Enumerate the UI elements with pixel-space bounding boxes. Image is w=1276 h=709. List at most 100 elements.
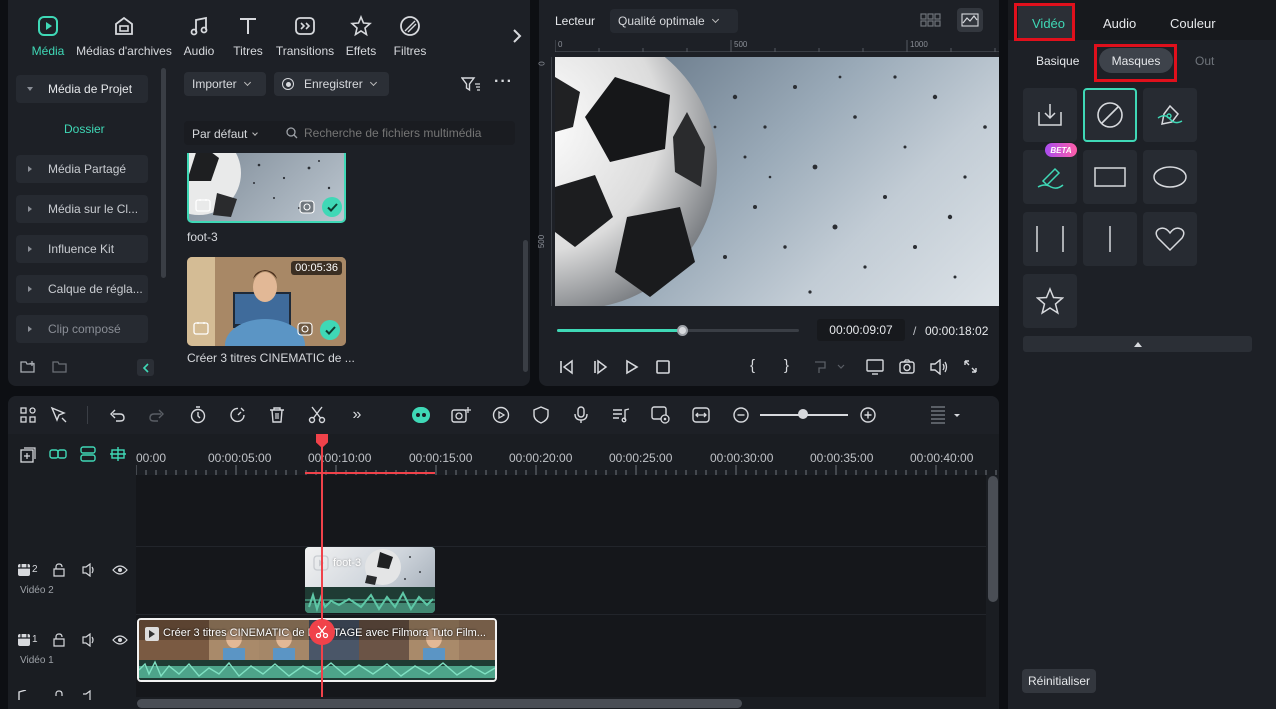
import-dropdown[interactable]: Importer xyxy=(184,72,266,96)
mask-pen[interactable] xyxy=(1143,88,1197,142)
mask-brush[interactable] xyxy=(1023,150,1077,204)
microphone-icon[interactable] xyxy=(570,404,592,426)
new-folder-icon[interactable] xyxy=(20,360,36,374)
layout-grid-icon[interactable] xyxy=(17,404,39,426)
select-tool-icon[interactable] xyxy=(48,404,70,426)
track-layout-icon[interactable] xyxy=(928,404,962,426)
zoom-out-icon[interactable] xyxy=(730,404,752,426)
video-preview[interactable] xyxy=(555,57,999,306)
lock-icon[interactable] xyxy=(52,633,66,647)
prev-frame-icon[interactable] xyxy=(558,359,574,375)
mask-rectangle[interactable] xyxy=(1083,150,1137,204)
speed-icon[interactable] xyxy=(227,404,249,426)
filter-sort-icon[interactable] xyxy=(461,76,481,92)
sidebar-item-influence-kit[interactable]: Influence Kit xyxy=(16,235,148,263)
ai-image-icon[interactable] xyxy=(450,404,472,426)
split-scissors-icon[interactable] xyxy=(306,404,328,426)
playback-scrubber-handle[interactable] xyxy=(676,325,688,336)
tab-media[interactable]: Média xyxy=(10,14,86,64)
clip-foot-3[interactable]: foot-3 xyxy=(305,547,435,613)
tab-filters[interactable]: Filtres xyxy=(372,14,448,64)
mark-out-icon[interactable]: } xyxy=(784,357,789,374)
lock-icon[interactable] xyxy=(52,563,66,577)
tab-audio-props[interactable]: Audio xyxy=(1103,16,1136,31)
fullscreen-icon[interactable] xyxy=(963,359,978,374)
mask-heart[interactable] xyxy=(1143,212,1197,266)
tab-stock-media[interactable]: Médias d'archives xyxy=(76,14,172,64)
mask-none[interactable] xyxy=(1083,88,1137,142)
split-here-button[interactable] xyxy=(309,619,335,645)
preview-render-icon[interactable] xyxy=(650,404,672,426)
delete-icon[interactable] xyxy=(266,404,288,426)
lock-icon[interactable] xyxy=(52,690,66,700)
display-monitor-icon[interactable] xyxy=(866,359,884,375)
sort-dropdown[interactable]: Par défaut xyxy=(192,127,259,141)
shield-icon[interactable] xyxy=(530,404,552,426)
ruler-time-label: 00:00:40:00 xyxy=(910,451,974,465)
more-options-icon[interactable]: ··· xyxy=(494,74,513,90)
sidebar-scrollbar[interactable] xyxy=(161,68,166,278)
collapse-masks-button[interactable] xyxy=(1023,336,1252,352)
undo-icon[interactable] xyxy=(106,404,128,426)
snapshot-camera-icon[interactable] xyxy=(899,359,915,374)
mask-star[interactable] xyxy=(1023,274,1077,328)
subtab-out[interactable]: Out xyxy=(1195,54,1214,68)
sidebar-item-adjustment-layer[interactable]: Calque de régla... xyxy=(16,275,148,303)
mask-ellipse[interactable] xyxy=(1143,150,1197,204)
record-dropdown[interactable]: Enregistrer xyxy=(274,72,389,96)
mute-audio-icon[interactable] xyxy=(82,563,96,577)
sidebar-item-shared-media[interactable]: Média Partagé xyxy=(16,155,148,183)
check-icon xyxy=(322,197,342,217)
grid-view-icon[interactable] xyxy=(920,12,942,28)
timeline-hscrollbar[interactable] xyxy=(137,699,742,708)
media-scrollbar[interactable] xyxy=(523,240,528,372)
tabs-next-icon[interactable] xyxy=(512,28,522,44)
track-manage-icon[interactable] xyxy=(79,446,97,462)
tab-color[interactable]: Couleur xyxy=(1170,16,1216,31)
sidebar-item-folder[interactable]: Dossier xyxy=(64,122,105,136)
stop-icon[interactable] xyxy=(656,360,670,374)
eye-visibility-icon[interactable] xyxy=(112,564,128,576)
snap-magnet-icon[interactable] xyxy=(109,446,127,462)
more-tools-icon[interactable]: » xyxy=(346,404,368,426)
sidebar-item-cloud-media[interactable]: Média sur le Cl... xyxy=(16,195,148,223)
mask-single-line[interactable] xyxy=(1083,212,1137,266)
work-area-bar[interactable] xyxy=(305,472,435,474)
timer-icon[interactable] xyxy=(187,404,209,426)
add-track-icon[interactable] xyxy=(20,447,36,463)
reset-button[interactable]: Réinitialiser xyxy=(1022,669,1096,693)
next-frame-icon[interactable] xyxy=(592,359,608,375)
sidebar-item-project-media[interactable]: Média de Projet xyxy=(16,75,148,103)
mute-audio-icon[interactable] xyxy=(82,690,96,700)
media-search-input[interactable] xyxy=(304,124,509,142)
collapse-sidebar-button[interactable] xyxy=(137,359,154,376)
zoom-slider-handle[interactable] xyxy=(798,409,808,419)
mask-import[interactable] xyxy=(1023,88,1077,142)
fit-width-icon[interactable] xyxy=(690,404,712,426)
mask-double-line[interactable] xyxy=(1023,212,1077,266)
media-thumb-foot-3[interactable] xyxy=(187,153,346,223)
subtab-basic[interactable]: Basique xyxy=(1036,54,1079,68)
current-time[interactable]: 00:00:09:07 xyxy=(817,319,905,341)
auto-reframe-icon[interactable] xyxy=(490,404,512,426)
ai-copilot-icon[interactable] xyxy=(410,404,432,426)
zoom-in-icon[interactable] xyxy=(857,404,879,426)
media-thumb-cinematic[interactable]: 00:05:36 xyxy=(187,257,346,346)
mark-in-icon[interactable]: { xyxy=(750,357,755,374)
audio-list-icon[interactable] xyxy=(610,404,632,426)
track-name: Vidéo 1 xyxy=(20,655,54,666)
eye-visibility-icon[interactable] xyxy=(112,634,128,646)
marker-icon[interactable] xyxy=(813,360,845,374)
mute-audio-icon[interactable] xyxy=(82,633,96,647)
link-icon[interactable] xyxy=(49,447,67,461)
scopes-button[interactable] xyxy=(957,8,983,32)
delete-folder-icon[interactable] xyxy=(52,360,68,374)
sidebar-item-compound-clip[interactable]: Clip composé xyxy=(16,315,148,343)
volume-icon[interactable] xyxy=(930,359,948,375)
timeline-vscrollbar[interactable] xyxy=(988,476,998,602)
quality-dropdown[interactable]: Qualité optimale xyxy=(610,9,738,33)
play-icon[interactable] xyxy=(625,359,639,375)
track-separator xyxy=(136,546,986,547)
redo-icon[interactable] xyxy=(146,404,168,426)
playhead-line[interactable] xyxy=(321,440,323,709)
